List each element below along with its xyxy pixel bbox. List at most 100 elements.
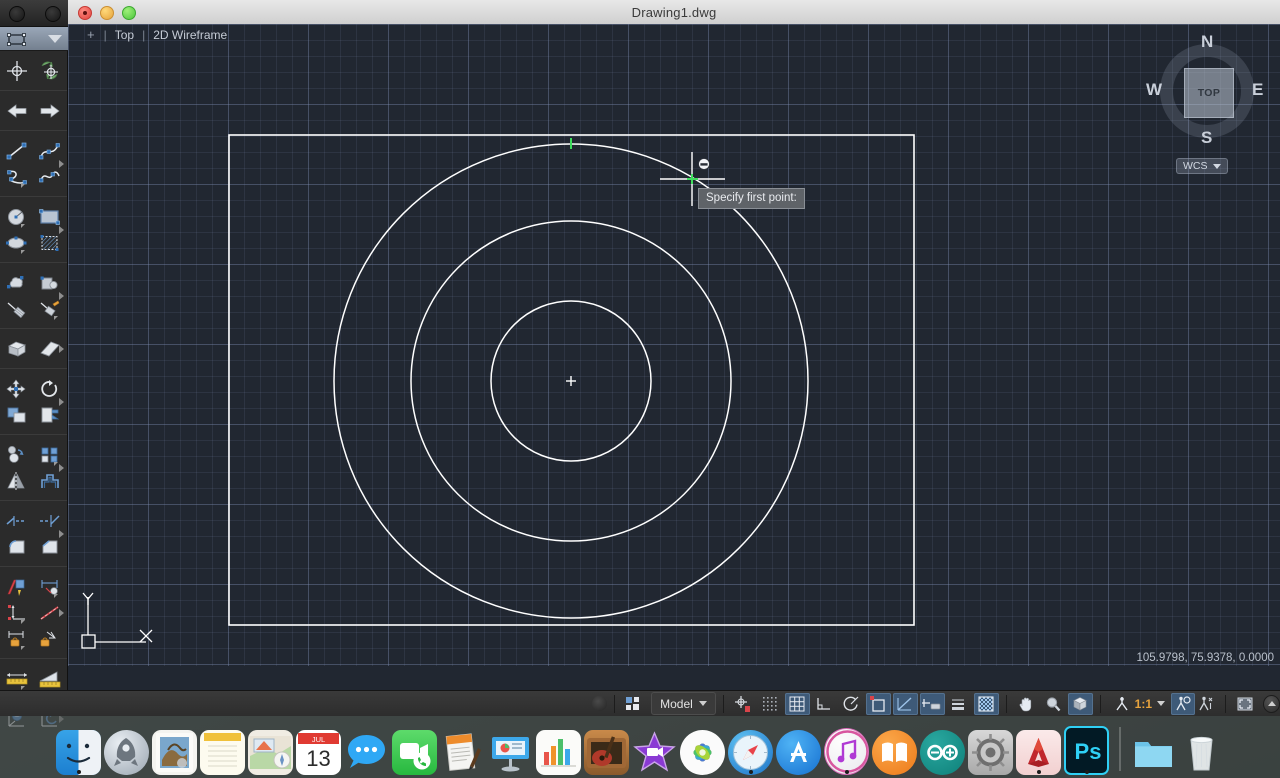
extend-icon[interactable] <box>37 509 63 533</box>
viewport-view-button[interactable]: Top <box>109 28 140 42</box>
sub-expand-arrow-icon[interactable] <box>20 224 29 228</box>
hand-icon[interactable] <box>1014 693 1039 715</box>
viewcube-north-label[interactable]: N <box>1201 32 1213 52</box>
ortho-icon[interactable] <box>812 693 837 715</box>
box-solid-icon[interactable] <box>4 337 30 361</box>
dimension-style-icon[interactable] <box>37 575 63 599</box>
dock-item-pages[interactable] <box>440 723 485 775</box>
close-button[interactable] <box>78 6 92 20</box>
undo-icon[interactable] <box>4 99 30 123</box>
dock-item-app-store[interactable] <box>776 723 821 775</box>
grid-display-icon[interactable] <box>784 692 810 715</box>
viewport-visual-style-button[interactable]: 2D Wireframe <box>147 28 233 42</box>
osnap-settings-icon[interactable] <box>37 59 63 83</box>
chamfer-icon[interactable] <box>37 535 63 559</box>
dock-item-maps[interactable] <box>248 723 293 775</box>
text-style-icon[interactable] <box>4 575 30 599</box>
viewcube[interactable]: N E S W TOP WCS <box>1146 32 1263 176</box>
annotation-scale-control[interactable]: 1:1 <box>1108 693 1171 715</box>
sub-expand-arrow-icon[interactable] <box>54 594 63 598</box>
aligned-dimension-icon[interactable] <box>37 601 63 625</box>
dock-item-arduino[interactable] <box>920 723 965 775</box>
offset-icon[interactable] <box>37 469 63 493</box>
workspace-selector[interactable]: Model <box>651 692 716 715</box>
linear-dimension-icon[interactable] <box>4 601 30 625</box>
sub-expand-arrow-icon[interactable] <box>54 462 63 466</box>
viewport-menu-button[interactable]: + <box>80 27 102 42</box>
dynamic-input-icon[interactable] <box>919 692 945 715</box>
dock-item-safari[interactable] <box>728 723 773 775</box>
viewcube-top-face[interactable]: TOP <box>1184 68 1234 118</box>
dock-item-facetime[interactable] <box>392 723 437 775</box>
viewcube-east-label[interactable]: E <box>1252 80 1263 100</box>
stretch-icon[interactable] <box>37 403 63 427</box>
wedge-solid-icon[interactable] <box>37 337 63 361</box>
dock-item-keynote[interactable] <box>488 723 533 775</box>
rectangle-icon[interactable] <box>37 205 63 229</box>
viewcube-west-label[interactable]: W <box>1146 80 1162 100</box>
measure-distance-icon[interactable] <box>4 667 30 691</box>
move-icon[interactable] <box>4 377 30 401</box>
dock-item-garageband[interactable] <box>584 723 629 775</box>
line-icon[interactable] <box>4 139 30 163</box>
snap-mode-icon[interactable] <box>731 693 756 715</box>
zoom-button[interactable] <box>122 6 136 20</box>
dock-item-messages[interactable] <box>344 723 389 775</box>
object-snap-icon[interactable] <box>865 692 891 715</box>
snap-point-icon[interactable] <box>4 59 30 83</box>
palette-selector[interactable] <box>0 27 68 51</box>
polar-tracking-icon[interactable] <box>839 693 864 715</box>
dock-item-numbers[interactable] <box>536 723 581 775</box>
geometric-constraint-icon[interactable] <box>37 627 63 651</box>
dock-item-notes[interactable] <box>200 723 245 775</box>
dock-item-trash[interactable] <box>1179 723 1224 775</box>
dock-item-calendar[interactable]: JUL 13 <box>296 723 341 775</box>
osnap-tracking-icon[interactable] <box>892 692 918 715</box>
rotate-icon[interactable] <box>37 377 63 401</box>
copy-icon[interactable] <box>4 443 30 467</box>
array-icon[interactable] <box>37 443 63 467</box>
minimize-button[interactable] <box>100 6 114 20</box>
circle-icon[interactable] <box>4 205 30 229</box>
dock-item-finder[interactable] <box>56 723 101 775</box>
sub-expand-arrow-icon[interactable] <box>54 316 63 320</box>
sub-expand-arrow-icon[interactable] <box>20 184 29 188</box>
drawing-canvas[interactable]: + | Top | 2D Wireframe Specify first poi… <box>68 24 1280 666</box>
magnifier-icon[interactable] <box>1041 693 1066 715</box>
mirror-icon[interactable] <box>4 469 30 493</box>
dock-item-photos[interactable] <box>680 723 725 775</box>
region-icon[interactable] <box>37 271 63 295</box>
dock-item-system-preferences[interactable] <box>968 723 1013 775</box>
sub-expand-arrow-icon[interactable] <box>20 250 29 254</box>
sub-expand-arrow-icon[interactable] <box>20 620 29 624</box>
fillet-icon[interactable] <box>4 535 30 559</box>
trim-icon[interactable] <box>4 509 30 533</box>
dock-item-ibooks[interactable] <box>872 723 917 775</box>
ellipse-icon[interactable] <box>4 231 30 255</box>
annotation-visibility-icon[interactable] <box>1171 692 1195 715</box>
viewcube-south-label[interactable]: S <box>1201 128 1212 148</box>
spline-fit-icon[interactable] <box>37 165 63 189</box>
dock-item-imovie[interactable] <box>632 723 677 775</box>
multileader-icon[interactable] <box>37 297 63 321</box>
annotation-autoscale-icon[interactable] <box>1195 693 1219 715</box>
constraint-dimension-icon[interactable] <box>4 627 30 651</box>
grid-dots-icon[interactable] <box>758 693 783 715</box>
ucs-selector-dropdown[interactable]: WCS <box>1176 158 1228 174</box>
dock-item-downloads-folder[interactable] <box>1131 723 1176 775</box>
dock-item-autocad[interactable] <box>1016 723 1061 775</box>
dock-item-mail[interactable] <box>152 723 197 775</box>
polyline-icon[interactable] <box>4 165 30 189</box>
chevron-up-icon[interactable] <box>1262 694 1280 713</box>
point-icon[interactable] <box>4 297 30 321</box>
measure-area-icon[interactable] <box>37 667 63 691</box>
transparency-icon[interactable] <box>973 692 999 715</box>
orbit-cube-icon[interactable] <box>1067 692 1093 715</box>
hatch-icon[interactable] <box>37 231 63 255</box>
lineweight-icon[interactable] <box>947 693 972 715</box>
clean-screen-icon[interactable] <box>1233 693 1257 715</box>
scale-icon[interactable] <box>4 403 30 427</box>
redo-icon[interactable] <box>37 99 63 123</box>
dock-item-itunes[interactable] <box>824 723 869 775</box>
model-space-icon[interactable] <box>621 693 645 715</box>
